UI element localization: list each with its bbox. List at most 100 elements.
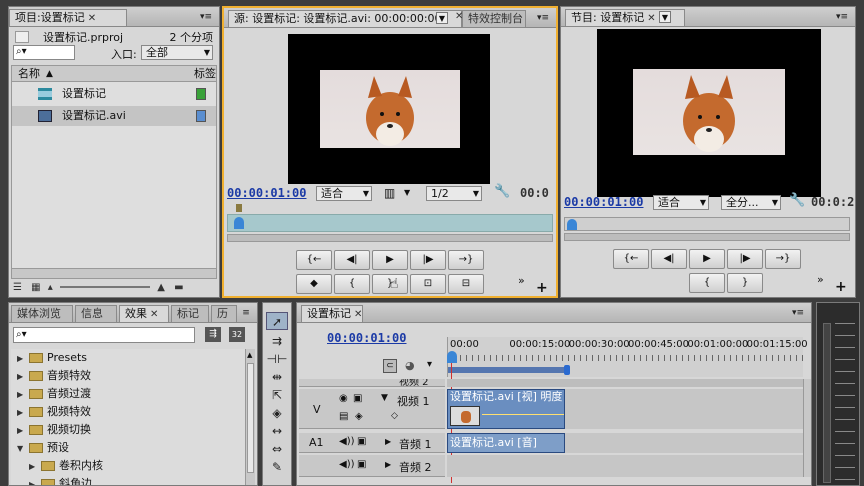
tab-effect-controls[interactable]: 特效控制台 (462, 10, 526, 27)
work-area-bar[interactable] (448, 367, 568, 373)
tab-source[interactable]: 源: 设置标记: 设置标记.avi: 00:00:00:00 (228, 10, 462, 27)
step-to-out-button[interactable]: →} (765, 249, 801, 269)
step-to-out-button[interactable]: →} (448, 250, 484, 270)
track-audio2-area[interactable] (447, 455, 803, 477)
scroll-thumb[interactable] (247, 363, 254, 473)
timeline-timecode[interactable]: 00:00:01:00 (327, 331, 406, 345)
accelerated-effects-icon[interactable]: ⇶ (205, 327, 221, 342)
program-scrub-bar[interactable] (564, 217, 850, 231)
col-label[interactable]: 标签 (194, 66, 216, 82)
close-icon[interactable]: ✕ (647, 13, 655, 24)
step-to-in-button[interactable]: {← (296, 250, 332, 270)
tab-info[interactable]: 信息 (75, 305, 117, 322)
lock-icon[interactable]: ▣ (353, 393, 362, 404)
tab-sequence[interactable]: 设置标记 ✕ (301, 305, 363, 322)
effects-tree-item[interactable]: ▶ 斜角边 (11, 475, 245, 485)
effects-tree-item[interactable]: ▶ 音频过渡 (11, 385, 245, 403)
expand-icon[interactable]: ▼ (381, 393, 388, 403)
zoom-slider[interactable] (60, 286, 151, 288)
collapsed-triangle-icon[interactable]: ▶ (17, 404, 29, 422)
source-scrub-bar[interactable] (227, 214, 553, 232)
tab-project[interactable]: 项目:设置标记 ✕ (9, 9, 127, 26)
mark-in-button[interactable]: { (334, 274, 370, 294)
source-resolution-select[interactable]: 1/2 ▼ (426, 186, 482, 201)
display-style-icon[interactable]: ▤ (339, 411, 348, 422)
razor-tool-icon[interactable]: ◈ (266, 404, 288, 422)
wrench-icon[interactable]: 🔧 (789, 193, 805, 208)
audio-clip[interactable]: 设置标记.avi [音] (447, 433, 565, 453)
collapsed-triangle-icon[interactable]: ▶ (17, 386, 29, 404)
program-timecode[interactable]: 00:00:01:00 (564, 195, 643, 209)
track-target-v[interactable]: V (313, 403, 321, 416)
effects-search-input[interactable]: ⌕▾ (13, 327, 195, 343)
film-icon[interactable]: ▥ (384, 186, 395, 200)
col-name[interactable]: 名称 (18, 66, 40, 82)
effects-tree-item[interactable]: ▶ 音频特效 (11, 367, 245, 385)
track-video2-area[interactable] (447, 379, 803, 387)
rate-stretch-tool-icon[interactable]: ⇱ (266, 386, 288, 404)
panel-menu-icon[interactable]: ≡ (237, 307, 255, 319)
step-back-button[interactable]: ◀| (651, 249, 687, 269)
collapsed-triangle-icon[interactable]: ▶ (17, 368, 29, 386)
list-item[interactable]: 设置标记.avi (12, 106, 216, 126)
effects-tree-item[interactable]: ▶ 卷积内核 (11, 457, 245, 475)
playhead-icon[interactable] (567, 219, 577, 230)
tab-effects[interactable]: 效果 ✕ (119, 305, 169, 322)
icon-view-icon[interactable]: ▦ (31, 282, 40, 293)
panel-menu-icon[interactable]: ▾≡ (789, 307, 807, 319)
lock-icon[interactable]: ▣ (357, 459, 366, 470)
add-button-icon[interactable]: + (536, 280, 548, 296)
expanded-triangle-icon[interactable]: ▼ (17, 440, 29, 458)
tab-history[interactable]: 历 (211, 305, 237, 322)
32bit-effects-icon[interactable]: 32 (229, 327, 245, 342)
program-quality-select[interactable]: 全分... ▼ (721, 195, 781, 210)
step-forward-button[interactable]: |▶ (410, 250, 446, 270)
collapsed-triangle-icon[interactable]: ▶ (17, 350, 29, 368)
panel-menu-icon[interactable]: ▾≡ (833, 11, 851, 23)
speaker-icon[interactable]: ◀)) (339, 459, 355, 470)
collapsed-triangle-icon[interactable]: ▶ (29, 476, 41, 485)
effects-tree-item[interactable]: ▶ Presets (11, 349, 245, 367)
step-to-in-button[interactable]: {← (613, 249, 649, 269)
timeline-vscrollbar[interactable] (803, 379, 811, 477)
ripple-edit-tool-icon[interactable]: ⊣⊢ (266, 350, 288, 368)
zoom-bar[interactable] (564, 233, 850, 241)
entry-select[interactable]: 全部 ▼ (141, 45, 213, 60)
zoom-out-icon[interactable]: ▴ (48, 282, 53, 293)
zoom-bar[interactable] (227, 234, 553, 242)
source-dropdown-icon[interactable]: ▼ (436, 12, 448, 24)
search-input[interactable]: ⌕▾ (13, 45, 75, 60)
overlay-button[interactable]: ⊟ (448, 274, 484, 294)
program-dropdown-icon[interactable]: ▼ (659, 11, 671, 23)
add-button-icon[interactable]: + (835, 279, 847, 295)
source-timecode[interactable]: 00:00:01:00 (227, 186, 306, 200)
wrench-icon[interactable]: 🔧 (494, 184, 510, 199)
lock-icon[interactable]: ▣ (357, 436, 366, 447)
set-marker-button[interactable]: ◆ (296, 274, 332, 294)
step-forward-button[interactable]: |▶ (727, 249, 763, 269)
more-icon[interactable]: » (817, 273, 824, 286)
source-fit-select[interactable]: 适合 ▼ (316, 186, 372, 201)
vertical-scrollbar[interactable]: ▲ (245, 349, 255, 485)
panel-menu-icon[interactable]: ▾≡ (197, 11, 215, 23)
keyframe-diamond-icon[interactable]: ◈ (355, 411, 363, 422)
effects-tree-item[interactable]: ▶ 视频切换 (11, 421, 245, 439)
list-view-icon[interactable]: ☰ (13, 282, 22, 293)
eye-icon[interactable]: ◉ (339, 393, 348, 404)
insert-button[interactable]: ⊡ (410, 274, 446, 294)
snap-icon[interactable]: ⊂ (383, 359, 397, 373)
tab-media-browser[interactable]: 媒体浏览 (11, 305, 73, 322)
slide-tool-icon[interactable]: ⇔ (266, 440, 288, 458)
more-icon[interactable]: » (518, 274, 525, 287)
scroll-up-icon[interactable]: ▲ (247, 351, 252, 359)
timeline-ruler[interactable]: 00:00 00:00:15:00 00:00:30:00 00:00:45:00 00… (447, 337, 808, 377)
track-target-a[interactable]: A1 (309, 436, 324, 449)
step-back-button[interactable]: ◀| (334, 250, 370, 270)
close-icon[interactable]: ✕ (354, 309, 362, 320)
tab-markers[interactable]: 标记 (171, 305, 209, 322)
bin-icon[interactable]: ▬ (174, 282, 183, 293)
close-icon[interactable]: ✕ (150, 309, 158, 320)
opacity-line[interactable] (482, 414, 564, 415)
pen-tool-icon[interactable]: ✎ (266, 458, 288, 476)
expand-icon[interactable]: ▶ (385, 437, 391, 446)
